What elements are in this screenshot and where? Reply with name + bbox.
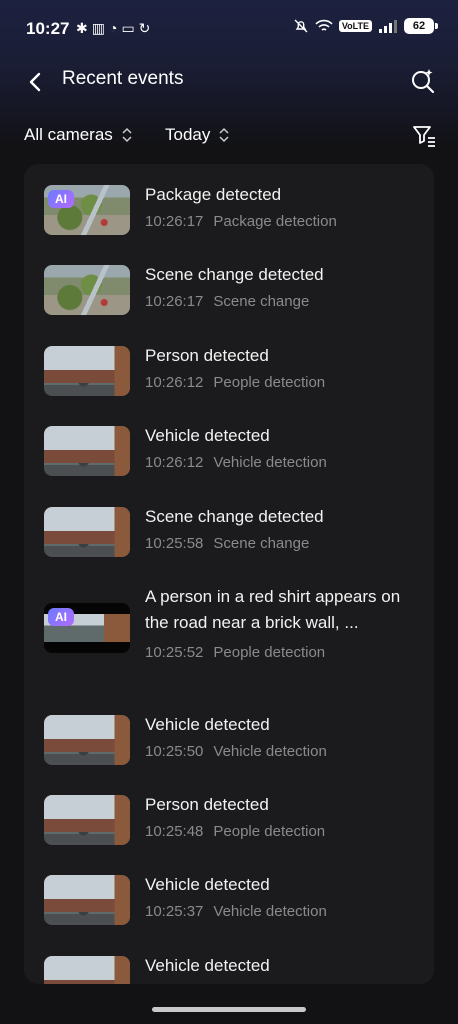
sync-icon: ◔ — [108, 20, 118, 36]
event-meta: 10:25:58 Scene change — [145, 535, 309, 552]
event-meta: 10:26:12 Vehicle detection — [145, 454, 327, 471]
wallet-icon: ▭ — [121, 20, 135, 36]
event-time: 10:26:12 — [145, 374, 204, 391]
camera-filter-label: All cameras — [24, 125, 113, 144]
wifi-icon — [315, 19, 333, 31]
ai-search-icon[interactable] — [408, 66, 438, 96]
event-meta: 10:26:17 Scene change — [145, 293, 309, 310]
event-row[interactable]: Scene change detected 10:25:58 Scene chang… — [24, 486, 434, 566]
event-meta: 10:26:12 People detection — [145, 374, 325, 391]
battery-icon: 62 — [404, 18, 438, 34]
loop-icon: ↻ — [138, 20, 151, 36]
phone-status-icon: ▥ — [91, 20, 105, 36]
ai-badge: AI — [48, 190, 74, 208]
event-thumbnail: AI — [44, 185, 130, 235]
sort-chevrons-icon — [219, 127, 229, 143]
event-type: Scene change — [213, 293, 310, 310]
event-meta: 10:25:50 Vehicle detection — [145, 743, 327, 760]
event-title: Vehicle detected — [145, 875, 270, 894]
event-thumbnail — [44, 346, 130, 396]
event-type: Scene change — [213, 535, 310, 552]
event-row[interactable]: Scene change detected 10:26:17 Scene chang… — [24, 244, 434, 325]
event-title: Vehicle detected — [145, 956, 270, 975]
event-time: 10:25:58 — [145, 535, 204, 552]
app-header: Recent events — [0, 58, 458, 106]
event-type: People detection — [213, 374, 326, 391]
event-thumbnail — [44, 795, 130, 845]
page-title: Recent events — [62, 68, 184, 89]
event-time: 10:26:17 — [145, 293, 204, 310]
event-row[interactable]: Person detected 10:26:12 People detection — [24, 325, 434, 405]
event-thumbnail — [44, 715, 130, 765]
status-bar: 10:27 ✱ ▥ ◔ ▭ ↻ VoLTE 62 — [0, 0, 458, 60]
event-time: 10:25:50 — [145, 743, 204, 760]
back-arrow-icon[interactable] — [22, 67, 52, 97]
date-filter-label: Today — [165, 125, 211, 144]
bluetooth-icon: ✱ — [76, 20, 88, 36]
mute-icon — [294, 19, 308, 33]
filter-bar: All cameras Today — [0, 116, 458, 156]
camera-filter-dropdown[interactable]: All cameras — [24, 125, 133, 145]
home-indicator[interactable] — [152, 1007, 306, 1012]
event-time: 10:25:48 — [145, 823, 204, 840]
event-title: Vehicle detected — [145, 715, 270, 734]
event-row[interactable]: Vehicle detected10:24:59Vehicle detectio… — [24, 935, 434, 984]
event-title: Scene change detected — [145, 265, 324, 284]
event-title: Person detected — [145, 795, 269, 814]
event-list: AI Package detected 10:26:17 Package detect… — [24, 164, 434, 984]
ai-badge: AI — [48, 608, 74, 626]
event-title: A person in a red shirt appears on the r… — [145, 587, 401, 632]
event-type: Vehicle detection — [213, 903, 327, 920]
event-time: 10:26:17 — [145, 213, 204, 230]
event-type: Package detection — [213, 213, 337, 230]
event-row[interactable]: Vehicle detected 10:25:37 Vehicle detectio… — [24, 854, 434, 935]
event-title: Package detected — [145, 185, 282, 204]
status-right-icons: VoLTE 62 — [293, 18, 438, 34]
event-row[interactable]: AI A person in a red shirt appears on the… — [24, 566, 434, 694]
status-time: 10:27 — [26, 19, 70, 38]
event-thumbnail — [44, 265, 130, 315]
event-thumbnail — [44, 426, 130, 476]
event-title: Vehicle detected — [145, 426, 270, 445]
event-meta: 10:26:17 Package detection — [145, 213, 337, 230]
date-filter-dropdown[interactable]: Today — [165, 125, 230, 145]
filter-icon[interactable] — [410, 122, 438, 150]
event-meta: 10:25:52 People detection — [145, 644, 325, 661]
event-type: People detection — [213, 823, 326, 840]
event-row[interactable]: Person detected 10:25:48 People detection — [24, 774, 434, 854]
event-time: 10:25:52 — [145, 644, 204, 661]
event-thumbnail — [44, 875, 130, 925]
event-thumbnail — [44, 956, 130, 984]
volte-badge: VoLTE — [338, 20, 372, 32]
event-type: People detection — [213, 644, 326, 661]
event-thumbnail — [44, 507, 130, 557]
event-meta: 10:25:48 People detection — [145, 823, 325, 840]
event-type: Vehicle detection — [213, 454, 327, 471]
event-thumbnail: AI — [44, 603, 130, 653]
event-time: 10:26:12 — [145, 454, 204, 471]
event-title: Scene change detected — [145, 507, 324, 526]
status-left-icons: ✱ ▥ ◔ ▭ ↻ — [76, 18, 150, 38]
sort-chevrons-icon — [122, 127, 132, 143]
signal-icon — [379, 20, 397, 33]
event-row[interactable]: Vehicle detected 10:25:50 Vehicle detectio… — [24, 694, 434, 774]
event-type: Vehicle detection — [213, 743, 327, 760]
event-meta: 10:25:37 Vehicle detection — [145, 903, 327, 920]
event-title: Person detected — [145, 346, 269, 365]
event-row[interactable]: Vehicle detected 10:26:12 Vehicle detectio… — [24, 405, 434, 486]
event-time: 10:25:37 — [145, 903, 204, 920]
event-row[interactable]: AI Package detected 10:26:17 Package detect… — [24, 164, 434, 244]
